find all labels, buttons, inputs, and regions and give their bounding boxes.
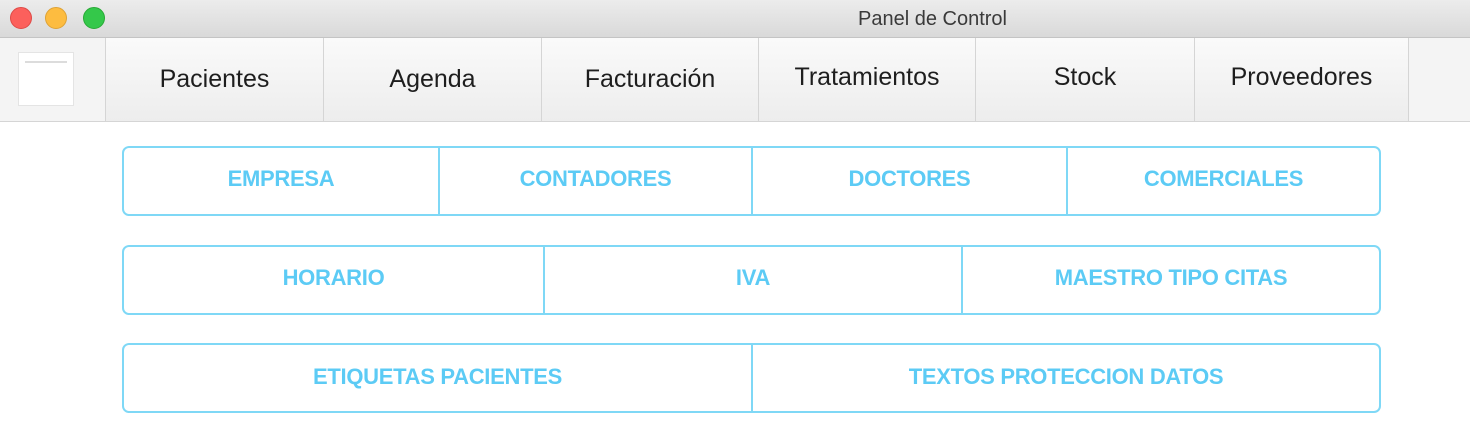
tab-tratamientos[interactable]: Tratamientos: [759, 38, 976, 121]
config-button-group-1: EMPRESA CONTADORES DOCTORES COMERCIALES: [122, 146, 1381, 216]
textos-proteccion-datos-button[interactable]: TEXTOS PROTECCION DATOS: [753, 345, 1379, 411]
tab-pacientes[interactable]: Pacientes: [106, 38, 324, 121]
empresa-button[interactable]: EMPRESA: [124, 148, 440, 214]
tab-bar-filler: [1409, 38, 1470, 121]
window-title-bar: Panel de Control: [0, 0, 1470, 38]
config-button-group-3: ETIQUETAS PACIENTES TEXTOS PROTECCION DA…: [122, 343, 1381, 413]
iva-button[interactable]: IVA: [545, 247, 963, 313]
tab-agenda[interactable]: Agenda: [324, 38, 542, 121]
horario-button[interactable]: HORARIO: [124, 247, 545, 313]
tab-facturacion[interactable]: Facturación: [542, 38, 759, 121]
tab-stock[interactable]: Stock: [976, 38, 1195, 121]
window-title: Panel de Control: [858, 8, 1007, 30]
tab-proveedores[interactable]: Proveedores: [1195, 38, 1409, 121]
doctores-button[interactable]: DOCTORES: [753, 148, 1068, 214]
maestro-tipo-citas-button[interactable]: MAESTRO TIPO CITAS: [963, 247, 1379, 313]
app-logo-icon: [18, 52, 74, 106]
contadores-button[interactable]: CONTADORES: [440, 148, 753, 214]
app-logo-cell: [0, 38, 106, 121]
etiquetas-pacientes-button[interactable]: ETIQUETAS PACIENTES: [124, 345, 753, 411]
config-button-group-2: HORARIO IVA MAESTRO TIPO CITAS: [122, 245, 1381, 315]
main-tab-bar: Pacientes Agenda Facturación Tratamiento…: [0, 38, 1470, 122]
comerciales-button[interactable]: COMERCIALES: [1068, 148, 1379, 214]
